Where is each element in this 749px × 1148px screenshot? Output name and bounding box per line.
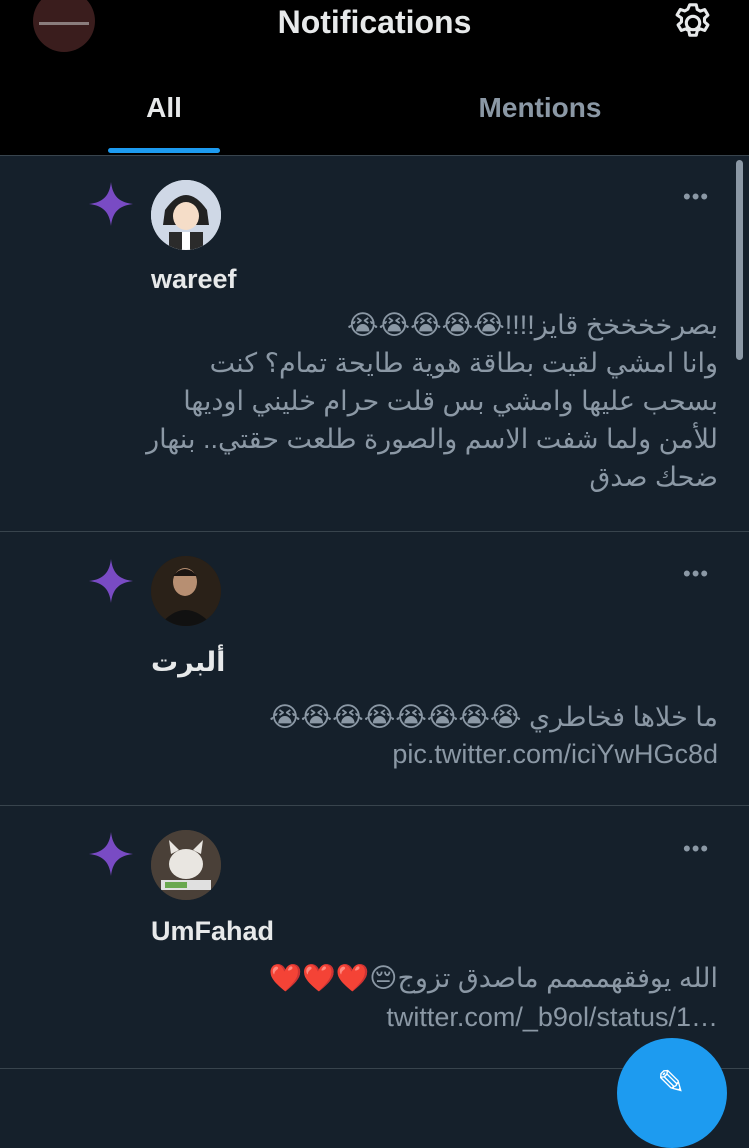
tab-all[interactable]: All bbox=[108, 92, 220, 132]
page-title: Notifications bbox=[277, 4, 472, 40]
notification-item[interactable]: ••• wareef بصرخخخخخ قايز!!!!😭😭😭😭😭 وانا ا… bbox=[0, 156, 749, 532]
tab-mentions[interactable]: Mentions bbox=[470, 92, 610, 132]
more-options-icon[interactable]: ••• bbox=[683, 836, 709, 862]
user-name[interactable]: ألبرت bbox=[151, 647, 225, 678]
avatar[interactable] bbox=[151, 830, 221, 900]
compose-icon: ✎ bbox=[657, 1064, 686, 1102]
top-header: Notifications All Mentions bbox=[0, 0, 749, 156]
more-options-icon[interactable]: ••• bbox=[683, 184, 709, 210]
tweet-text: الله يوفقهمممم ماصدق تزوج😔❤️❤️❤️ bbox=[268, 963, 718, 993]
sparkle-icon bbox=[89, 559, 133, 603]
sparkle-icon bbox=[89, 832, 133, 876]
gear-icon[interactable] bbox=[670, 0, 716, 46]
active-tab-indicator bbox=[108, 148, 220, 153]
tweet-link[interactable]: twitter.com/_b9ol/status/1… bbox=[130, 1002, 718, 1033]
sparkle-icon bbox=[89, 182, 133, 226]
notification-item[interactable]: ••• UmFahad الله يوفقهمممم ماصدق تزوج😔❤️… bbox=[0, 806, 749, 1069]
user-name[interactable]: UmFahad bbox=[151, 916, 274, 947]
more-options-icon[interactable]: ••• bbox=[683, 561, 709, 587]
tweet-link[interactable]: pic.twitter.com/iciYwHGc8d bbox=[130, 739, 718, 770]
tweet-text: بصرخخخخخ قايز!!!!😭😭😭😭😭 وانا امشي لقيت بط… bbox=[146, 310, 718, 492]
avatar[interactable] bbox=[151, 180, 221, 250]
notification-item[interactable]: ••• ألبرت ما خلاها فخاطري 😭😭😭😭😭😭😭😭 pic.t… bbox=[0, 532, 749, 806]
compose-button[interactable]: ✎ bbox=[617, 1038, 727, 1148]
user-name[interactable]: wareef bbox=[151, 264, 237, 295]
avatar[interactable] bbox=[151, 556, 221, 626]
tweet-text: ما خلاها فخاطري 😭😭😭😭😭😭😭😭 bbox=[269, 702, 718, 732]
